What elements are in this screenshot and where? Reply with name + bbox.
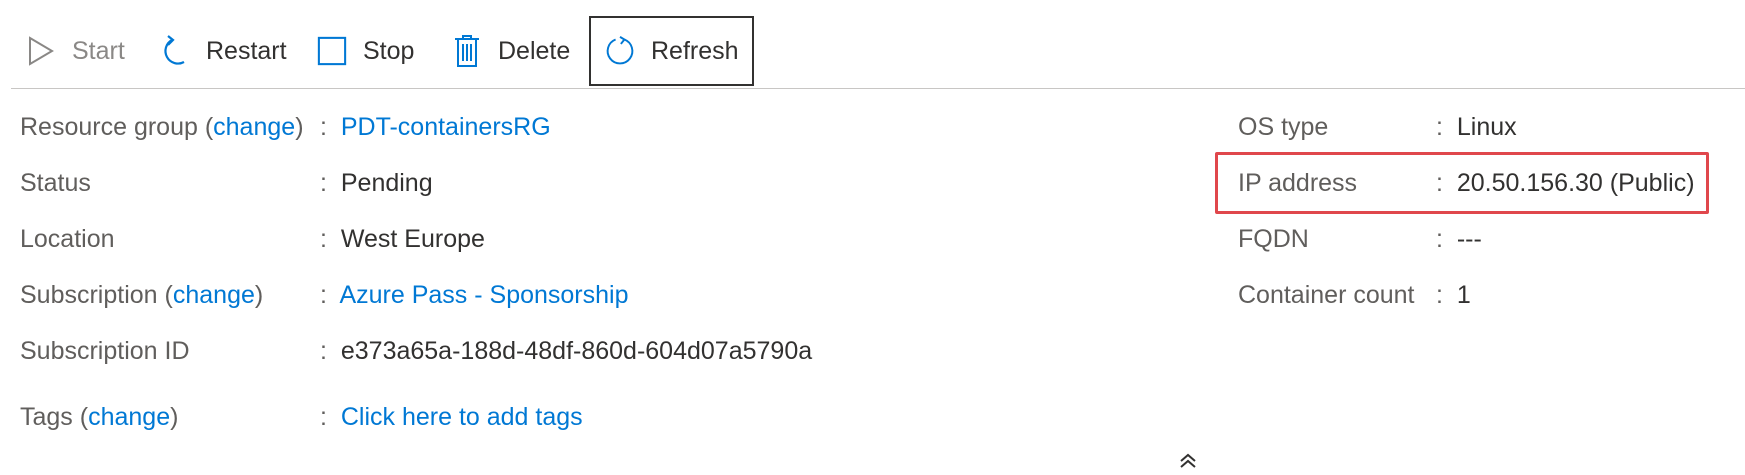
subscription-row-value: : Azure Pass - Sponsorship (320, 281, 629, 309)
restart-icon (160, 34, 190, 68)
status-value: Pending (340, 169, 433, 197)
tags-change-link[interactable]: change (88, 403, 170, 431)
tags-row-value: : Click here to add tags (320, 403, 583, 431)
restart-label: Restart (206, 36, 287, 65)
start-button[interactable]: Start (26, 16, 125, 86)
subscription-id-label: Subscription ID (20, 337, 190, 365)
fqdn-label: FQDN (1238, 225, 1309, 253)
container-count-value: 1 (1456, 281, 1471, 309)
subscription-change-link[interactable]: change (173, 281, 255, 309)
stop-button[interactable]: Stop (317, 16, 414, 86)
status-row-value: : Pending (320, 169, 433, 197)
refresh-icon (605, 34, 635, 68)
location-value: West Europe (340, 225, 485, 253)
subscription-link[interactable]: Azure Pass - Sponsorship (339, 281, 628, 309)
resource-group-label: Resource group (change) (20, 113, 304, 141)
stop-label: Stop (363, 36, 415, 65)
stop-icon (317, 34, 347, 68)
os-type-label: OS type (1238, 113, 1329, 141)
fqdn-row-value: : --- (1436, 225, 1482, 253)
start-label: Start (72, 36, 125, 65)
trash-icon (452, 34, 482, 68)
collapse-essentials-icon[interactable] (1176, 452, 1200, 470)
delete-label: Delete (498, 36, 571, 65)
os-type-row-value: : Linux (1436, 113, 1517, 141)
resource-group-row-value: : PDT-containersRG (320, 113, 551, 141)
command-bar: Start Restart Stop Delete Refresh (0, 0, 1745, 88)
tags-label: Tags (change) (20, 403, 179, 431)
refresh-button[interactable]: Refresh (589, 16, 754, 86)
ip-address-highlight-box (1215, 152, 1709, 214)
location-label: Location (20, 225, 115, 253)
delete-button[interactable]: Delete (452, 16, 570, 86)
subscription-label: Subscription (change) (20, 281, 264, 309)
subscription-id-value: e373a65a-188d-48df-860d-604d07a5790a (340, 337, 813, 365)
fqdn-value: --- (1456, 225, 1482, 253)
toolbar-divider (11, 88, 1745, 89)
subscription-id-row-value: : e373a65a-188d-48df-860d-604d07a5790a (320, 337, 813, 365)
status-label: Status (20, 169, 91, 197)
play-icon (26, 34, 56, 68)
resource-group-link[interactable]: PDT-containersRG (341, 113, 551, 141)
os-type-value: Linux (1456, 113, 1517, 141)
resource-group-change-link[interactable]: change (213, 113, 295, 141)
container-count-label: Container count (1238, 281, 1415, 309)
refresh-label: Refresh (651, 36, 739, 65)
add-tags-link[interactable]: Click here to add tags (341, 403, 583, 431)
container-count-row-value: : 1 (1436, 281, 1471, 309)
location-row-value: : West Europe (320, 225, 485, 253)
restart-button[interactable]: Restart (160, 16, 287, 86)
